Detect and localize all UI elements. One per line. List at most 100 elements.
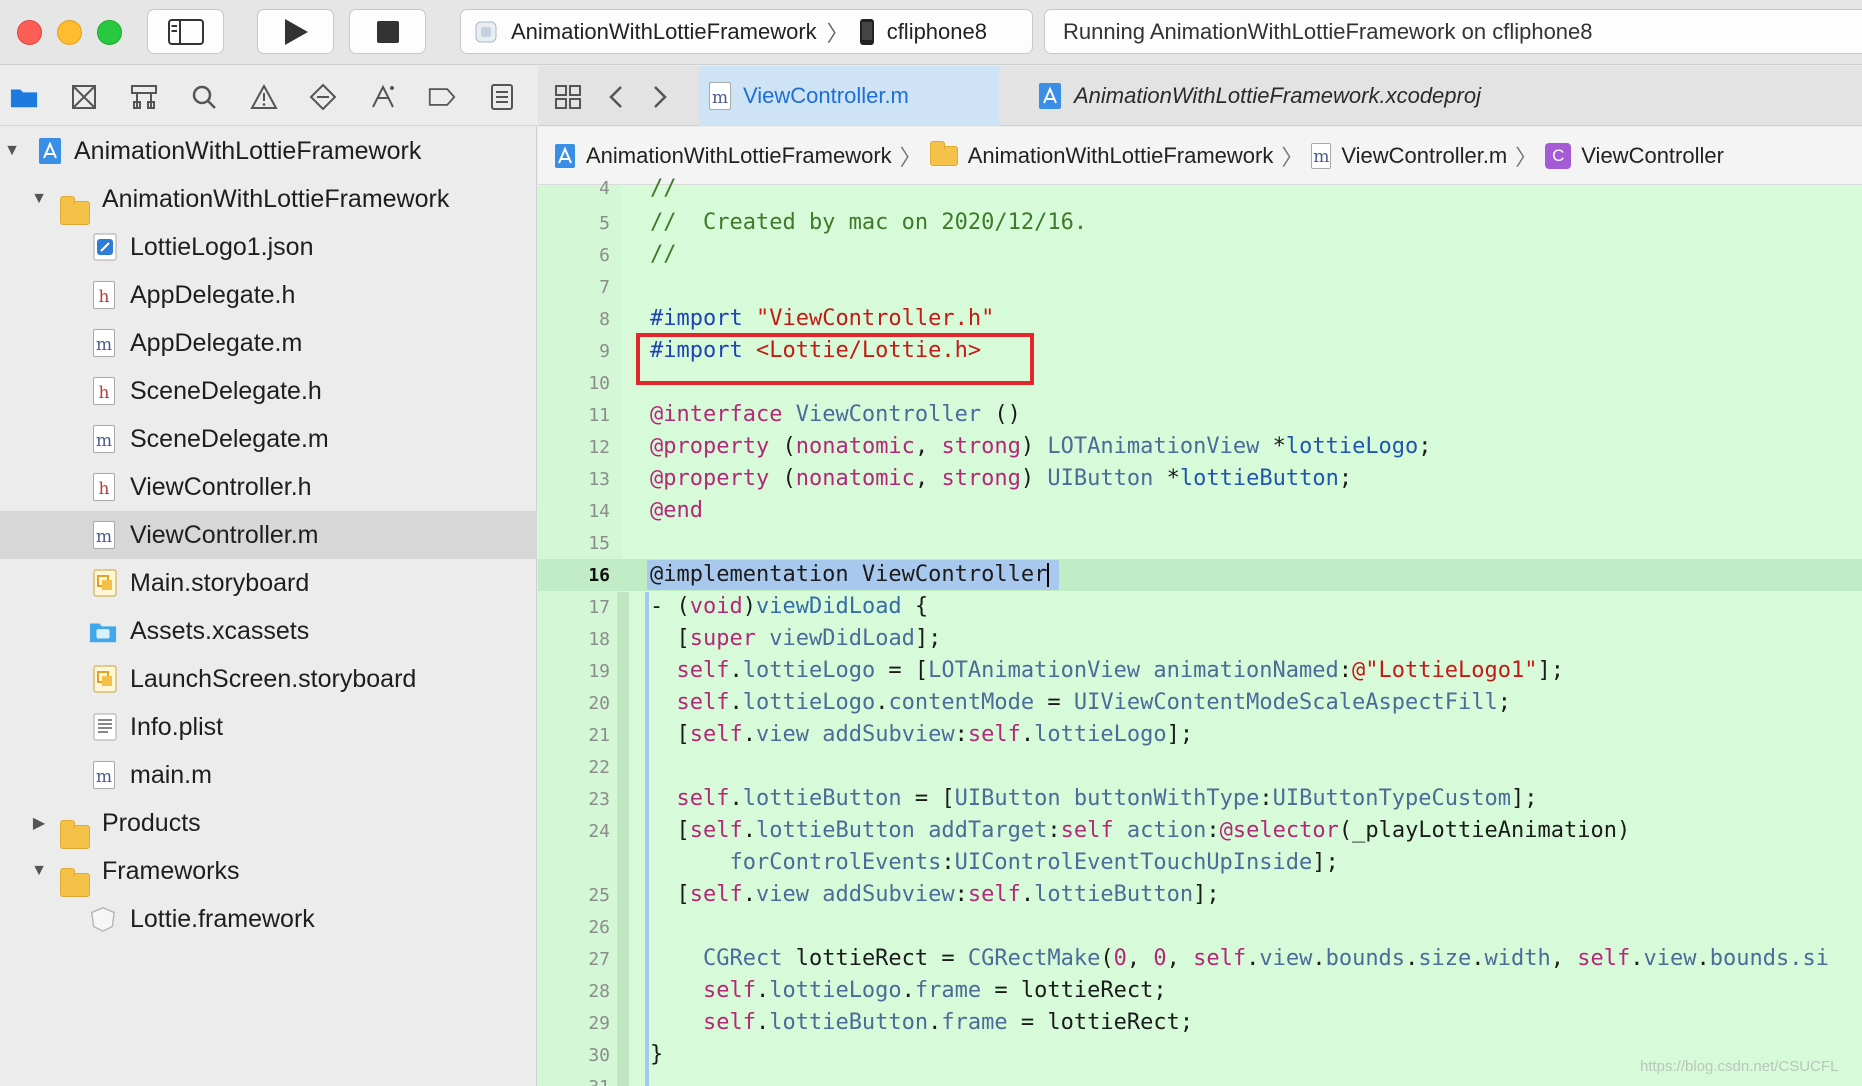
tab-label: AnimationWithLottieFramework.xcodeproj bbox=[1074, 83, 1481, 108]
debug-navigator-icon[interactable] bbox=[369, 84, 397, 110]
annotation-highlight-box bbox=[636, 333, 1034, 385]
tree-item-label: AnimationWithLottieFramework bbox=[74, 136, 422, 165]
breadcrumb-group[interactable]: AnimationWithLottieFramework bbox=[929, 140, 1273, 169]
tree-item-file[interactable]: LaunchScreen.storyboard bbox=[0, 655, 537, 703]
tree-item-file[interactable]: m SceneDelegate.m bbox=[0, 415, 537, 463]
line-number: 23 bbox=[588, 789, 610, 810]
tab-xcodeproj[interactable]: AnimationWithLottieFramework.xcodeproj bbox=[1038, 66, 1481, 126]
line-number: 14 bbox=[588, 501, 610, 522]
chevron-right-icon: 〉 bbox=[1515, 144, 1538, 170]
disclosure-open-icon[interactable]: ▼ bbox=[3, 142, 21, 160]
close-window-button[interactable] bbox=[17, 20, 42, 45]
tree-item-group[interactable]: ▶ Products bbox=[0, 799, 537, 849]
breadcrumb-project[interactable]: AnimationWithLottieFramework bbox=[554, 143, 892, 169]
code-line: // bbox=[650, 176, 677, 201]
tree-item-file[interactable]: Assets.xcassets bbox=[0, 607, 537, 655]
breadcrumb-label: AnimationWithLottieFramework bbox=[586, 142, 892, 168]
code-line: #import "ViewController.h" bbox=[650, 306, 995, 331]
tree-item-file[interactable]: m AppDelegate.m bbox=[0, 319, 537, 367]
code-line: CGRect lottieRect = CGRectMake(0, 0, sel… bbox=[702, 946, 1829, 971]
line-number: 17 bbox=[588, 597, 610, 618]
disclosure-open-icon[interactable]: ▼ bbox=[30, 190, 48, 208]
class-icon: C bbox=[1545, 142, 1572, 169]
chevron-left-icon[interactable] bbox=[607, 84, 625, 110]
code-line-wrapped: forControlEvents:UIControlEventTouchUpIn… bbox=[729, 850, 1339, 875]
issue-navigator-icon[interactable] bbox=[250, 84, 278, 110]
report-navigator-icon[interactable] bbox=[488, 84, 516, 110]
tab-viewcontroller-m[interactable]: m ViewController.m bbox=[699, 66, 999, 126]
code-line: @property (nonatomic, strong) UIButton *… bbox=[650, 466, 1353, 491]
tree-item-label: AnimationWithLottieFramework bbox=[102, 184, 450, 213]
tree-item-group[interactable]: ▼ AnimationWithLottieFramework bbox=[0, 175, 537, 225]
code-line: self.lottieLogo = [LOTAnimationView anim… bbox=[676, 658, 1564, 683]
folder-icon bbox=[929, 140, 958, 166]
code-line-current: @implementation ViewController bbox=[650, 562, 1050, 587]
tree-item-file[interactable]: h ViewController.h bbox=[0, 463, 537, 511]
breadcrumb-symbol[interactable]: C ViewController bbox=[1545, 142, 1724, 169]
code-folding-ribbon[interactable] bbox=[617, 592, 629, 1086]
line-number: 4 bbox=[599, 178, 610, 199]
tree-item-label: AppDelegate.m bbox=[130, 328, 303, 357]
assets-icon bbox=[89, 623, 117, 643]
line-number: 15 bbox=[588, 533, 610, 554]
tree-item-project[interactable]: ▼ AnimationWithLottieFramework bbox=[0, 127, 537, 175]
toggle-navigator-button[interactable] bbox=[147, 9, 224, 54]
tree-item-label: Frameworks bbox=[102, 856, 240, 885]
disclosure-open-icon[interactable]: ▼ bbox=[30, 862, 48, 880]
chevron-right-icon[interactable] bbox=[651, 84, 669, 110]
related-items-icon[interactable] bbox=[554, 84, 582, 110]
code-line: // Created by mac on 2020/12/16. bbox=[650, 210, 1088, 235]
tree-item-file[interactable]: Main.storyboard bbox=[0, 559, 537, 607]
tree-item-file[interactable]: h SceneDelegate.h bbox=[0, 367, 537, 415]
tree-item-label: LottieLogo1.json bbox=[130, 232, 314, 261]
tree-item-label: Products bbox=[102, 808, 201, 837]
scope-indicator bbox=[645, 592, 649, 1086]
disclosure-closed-icon[interactable]: ▶ bbox=[30, 814, 48, 832]
scheme-project-label: AnimationWithLottieFramework bbox=[511, 18, 817, 44]
source-control-navigator-icon[interactable] bbox=[70, 84, 98, 110]
zoom-window-button[interactable] bbox=[97, 20, 122, 45]
find-navigator-icon[interactable] bbox=[190, 84, 218, 110]
tree-item-label: SceneDelegate.h bbox=[130, 376, 322, 405]
storyboard-icon bbox=[93, 569, 117, 597]
line-number: 22 bbox=[588, 757, 610, 778]
status-text: Running AnimationWithLottieFramework on … bbox=[1063, 18, 1593, 44]
tree-item-file[interactable]: h AppDelegate.h bbox=[0, 271, 537, 319]
tree-item-file[interactable]: Info.plist bbox=[0, 703, 537, 751]
tree-item-file[interactable]: LottieLogo1.json bbox=[0, 223, 537, 271]
navigator-selector-bar bbox=[0, 66, 537, 126]
line-number: 27 bbox=[588, 949, 610, 970]
scheme-selector[interactable]: AnimationWithLottieFramework 〉 cfliphone… bbox=[460, 9, 1033, 54]
tab-label: ViewController.m bbox=[743, 83, 909, 108]
code-line: self.lottieButton = [UIButton buttonWith… bbox=[676, 786, 1538, 811]
header-file-icon: h bbox=[93, 281, 115, 309]
line-number: 12 bbox=[588, 437, 610, 458]
storyboard-icon bbox=[93, 665, 117, 693]
tree-item-file-selected[interactable]: m ViewController.m bbox=[0, 511, 537, 559]
line-number: 11 bbox=[588, 405, 610, 426]
code-line: @property (nonatomic, strong) LOTAnimati… bbox=[650, 434, 1432, 459]
project-navigator-icon[interactable] bbox=[10, 84, 38, 110]
symbol-navigator-icon[interactable] bbox=[130, 84, 158, 110]
line-number: 26 bbox=[588, 917, 610, 938]
breadcrumb-file[interactable]: m ViewController.m bbox=[1311, 142, 1507, 169]
tree-item-file[interactable]: Lottie.framework bbox=[0, 895, 537, 943]
line-number: 30 bbox=[588, 1045, 610, 1066]
line-number: 10 bbox=[588, 373, 610, 394]
stop-button[interactable] bbox=[349, 9, 426, 54]
breakpoint-navigator-icon[interactable] bbox=[428, 84, 456, 110]
code-line: [self.lottieButton addTarget:self action… bbox=[650, 818, 1631, 843]
tree-item-label: LaunchScreen.storyboard bbox=[130, 664, 417, 693]
test-navigator-icon[interactable] bbox=[309, 83, 337, 111]
source-file-icon: m bbox=[93, 521, 115, 549]
folder-icon bbox=[60, 868, 90, 897]
tree-item-label: Lottie.framework bbox=[130, 904, 315, 933]
tree-item-group[interactable]: ▼ Frameworks bbox=[0, 847, 537, 897]
tree-item-label: Assets.xcassets bbox=[130, 616, 310, 645]
project-icon bbox=[1039, 83, 1061, 109]
run-button[interactable] bbox=[257, 9, 334, 54]
tree-item-label: Main.storyboard bbox=[130, 568, 310, 597]
minimize-window-button[interactable] bbox=[57, 20, 82, 45]
tree-item-file[interactable]: m main.m bbox=[0, 751, 537, 799]
line-number: 5 bbox=[599, 213, 610, 234]
